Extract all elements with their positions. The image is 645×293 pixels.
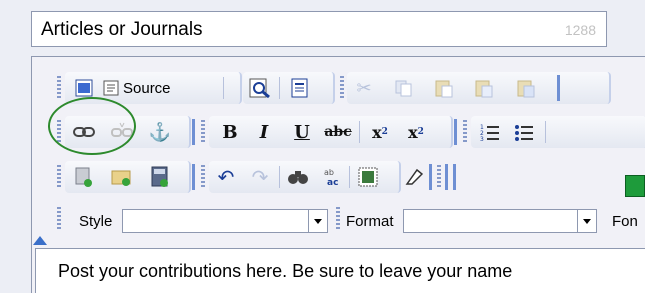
italic-button[interactable]: I	[251, 119, 277, 145]
toolbar-group-preview	[243, 72, 335, 104]
paste-icon[interactable]	[431, 75, 457, 101]
collapse-toolbar-icon[interactable]	[33, 236, 47, 245]
toolbar-row-2: ⚓ B I U abc x2 x2 123	[55, 116, 645, 148]
toolbar-group-forms	[65, 161, 191, 193]
style-dropdown[interactable]	[122, 209, 328, 233]
editor-content-area[interactable]: Post your contributions here. Be sure to…	[35, 248, 645, 293]
highlight-circle	[48, 97, 136, 155]
toolbar-grip[interactable]	[340, 76, 344, 100]
toolbar-end	[454, 119, 457, 145]
toolbar-group-basic-styles: B I U abc x2 x2	[209, 116, 453, 148]
source-button[interactable]: Source	[103, 75, 193, 101]
toolbar-separator	[279, 166, 280, 188]
toolbar-grip[interactable]	[201, 165, 205, 189]
toolbar-end	[445, 164, 448, 190]
superscript-button[interactable]: x2	[403, 119, 429, 145]
toolbar-separator	[359, 121, 360, 143]
select-all-icon[interactable]	[355, 164, 381, 190]
format-label: Format	[346, 213, 394, 230]
insert-form-field-icon[interactable]	[109, 164, 135, 190]
find-icon[interactable]	[285, 164, 311, 190]
svg-text:3: 3	[480, 136, 484, 141]
toolbar-end	[192, 164, 195, 190]
strike-button[interactable]: abc	[324, 119, 351, 145]
style-dropdown-arrow[interactable]	[308, 210, 327, 232]
toolbar-separator	[545, 121, 546, 143]
redo-icon[interactable]: ↷	[247, 164, 273, 190]
remove-format-icon[interactable]	[399, 164, 425, 190]
subscript-label: x	[372, 122, 382, 142]
toolbar-grip[interactable]	[57, 207, 61, 231]
replace-icon[interactable]: ab ac	[319, 164, 345, 190]
format-dropdown[interactable]	[403, 209, 597, 233]
underline-button[interactable]: U	[289, 119, 315, 145]
svg-text:ac: ac	[327, 178, 338, 187]
color-swatch[interactable]	[625, 175, 645, 197]
svg-text:ab: ab	[324, 168, 334, 177]
toolbar-grip[interactable]	[437, 165, 441, 189]
paste-word-icon[interactable]	[513, 75, 539, 101]
toolbar-grip[interactable]	[336, 207, 340, 231]
superscript-label: x	[408, 122, 418, 142]
title-input-value: Articles or Journals	[41, 19, 203, 40]
anchor-icon[interactable]: ⚓	[147, 119, 173, 145]
cut-icon[interactable]: ✂	[351, 75, 377, 101]
toolbar-group-undo-find: ↶ ↷ ab ac	[209, 161, 401, 193]
paste-text-icon[interactable]	[471, 75, 497, 101]
bold-button[interactable]: B	[217, 119, 243, 145]
bulleted-list-icon[interactable]	[511, 119, 537, 145]
hidden-field-icon[interactable]	[147, 164, 173, 190]
copy-icon[interactable]	[391, 75, 417, 101]
style-label: Style	[79, 213, 113, 230]
toolbar-end	[429, 164, 432, 190]
toolbar-row-3: ↶ ↷ ab ac	[55, 161, 615, 193]
toolbar-grip[interactable]	[57, 76, 61, 100]
form-icon[interactable]	[71, 164, 97, 190]
toolbar-separator	[349, 166, 350, 188]
toolbar-end	[557, 75, 560, 101]
undo-icon[interactable]: ↶	[213, 164, 239, 190]
editor-panel: Articles or Journals 1288 Source ✂ ⚓ B I…	[0, 0, 645, 293]
title-input[interactable]: Articles or Journals 1288	[31, 11, 607, 47]
source-label: Source	[123, 79, 171, 97]
font-label: Fon	[612, 213, 638, 230]
toolbar-separator	[279, 77, 280, 99]
templates-icon[interactable]	[287, 75, 313, 101]
numbered-list-icon[interactable]: 123	[477, 119, 503, 145]
preview-icon[interactable]	[247, 75, 273, 101]
toolbar-end	[453, 164, 456, 190]
toolbar-row-1: Source ✂	[55, 72, 625, 104]
subscript-button[interactable]: x2	[367, 119, 393, 145]
toolbar-grip[interactable]	[201, 120, 205, 144]
char-count: 1288	[564, 22, 596, 38]
toolbar-grip[interactable]	[57, 165, 61, 189]
editor-content-text: Post your contributions here. Be sure to…	[58, 261, 513, 281]
toolbar-end	[192, 119, 195, 145]
toolbar-group-lists: 123	[471, 116, 645, 148]
toolbar-separator	[223, 77, 224, 99]
toolbar-group-clipboard: ✂	[347, 72, 611, 104]
format-dropdown-arrow[interactable]	[577, 210, 596, 232]
toolbar-grip[interactable]	[463, 120, 467, 144]
